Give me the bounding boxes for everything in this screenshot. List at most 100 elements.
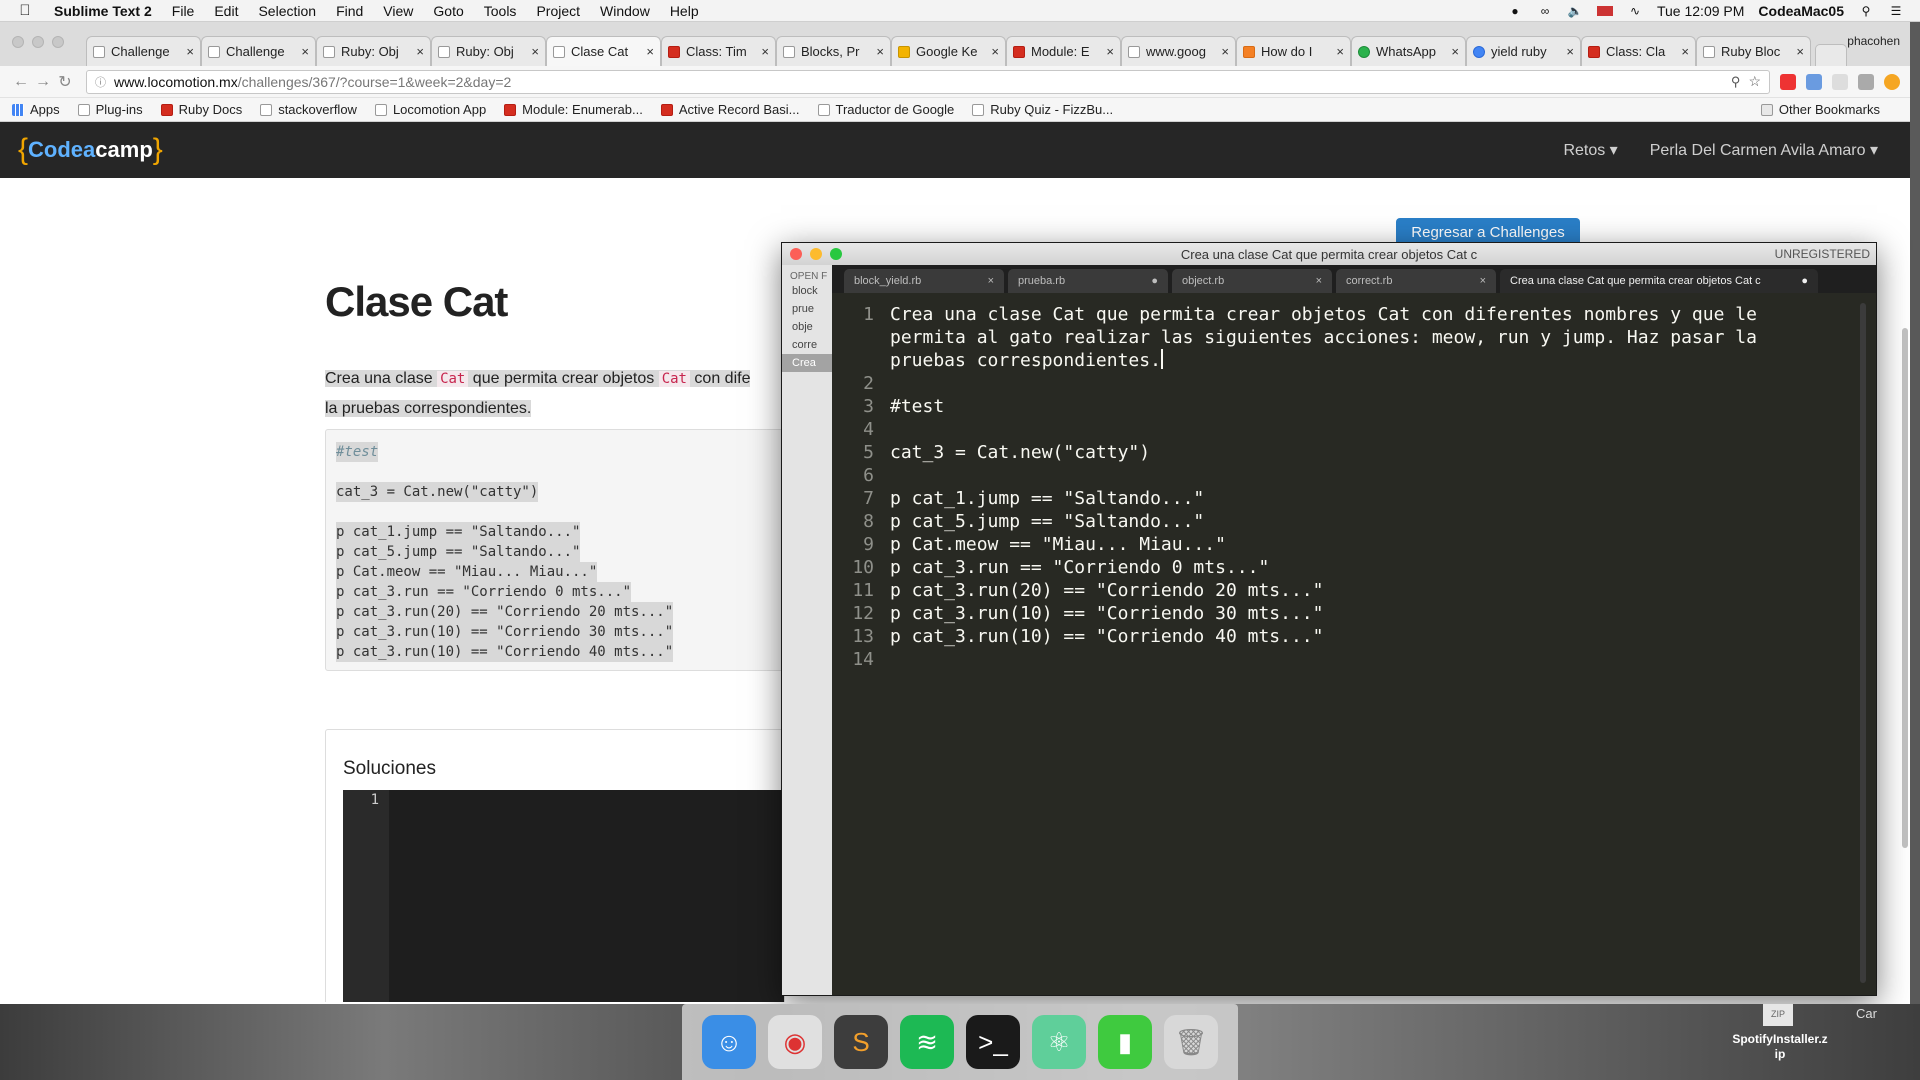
browser-tab[interactable]: Challenge × [201, 36, 316, 66]
translate-extension-icon[interactable] [1806, 73, 1822, 90]
sublime-minimize-button[interactable] [810, 248, 822, 260]
menu-file[interactable]: File [162, 3, 205, 19]
page-info-icon[interactable]: ⓘ [95, 74, 106, 90]
browser-tab[interactable]: Module: E × [1006, 36, 1121, 66]
browser-close-button[interactable] [12, 36, 24, 48]
sublime-zoom-button[interactable] [830, 248, 842, 260]
new-tab-button[interactable] [1815, 44, 1847, 66]
bookmark-star-icon[interactable]: ☆ [1748, 73, 1761, 90]
tab-close-icon[interactable]: × [1451, 44, 1459, 59]
tab-close-icon[interactable]: × [1336, 44, 1344, 59]
back-arrow-icon[interactable]: ← [10, 73, 32, 91]
editor-tab[interactable]: correct.rb × [1336, 269, 1496, 293]
unsaved-dot-icon[interactable]: ● [1151, 275, 1158, 287]
codeacamp-logo[interactable]: { Codea camp } [18, 133, 163, 167]
volume-icon[interactable]: 🔈 [1567, 4, 1583, 18]
nav-retos-dropdown[interactable]: Retos ▾ [1563, 140, 1617, 160]
scrollbar-thumb[interactable] [1902, 328, 1908, 848]
forward-arrow-icon[interactable]: → [32, 73, 54, 91]
browser-tab[interactable]: Class: Cla × [1581, 36, 1696, 66]
browser-tab[interactable]: How do I × [1236, 36, 1351, 66]
browser-tab[interactable]: Google Ke × [891, 36, 1006, 66]
browser-tab[interactable]: Blocks, Pr × [776, 36, 891, 66]
bookmark-item[interactable]: Ruby Quiz - FizzBu... [972, 102, 1113, 117]
editor-tab[interactable]: Crea una clase Cat que permita crear obj… [1500, 269, 1818, 293]
extension-icon[interactable] [1858, 73, 1874, 90]
menu-tools[interactable]: Tools [474, 3, 527, 19]
tab-close-icon[interactable]: × [301, 44, 309, 59]
menu-edit[interactable]: Edit [204, 3, 248, 19]
editor-tab[interactable]: prueba.rb ● [1008, 269, 1168, 293]
browser-tab[interactable]: Class: Tim × [661, 36, 776, 66]
browser-tab[interactable]: Ruby: Obj × [431, 36, 546, 66]
tab-close-icon[interactable]: × [761, 44, 769, 59]
apple-menu-icon[interactable]:  [0, 2, 50, 19]
menu-help[interactable]: Help [660, 3, 709, 19]
tab-close-icon[interactable]: × [1566, 44, 1574, 59]
tab-close-icon[interactable]: × [991, 44, 999, 59]
editor-text[interactable]: Crea una clase Cat que permita crear obj… [890, 303, 1850, 671]
chrome-icon[interactable]: ◉ [768, 1015, 822, 1069]
browser-zoom-button[interactable] [52, 36, 64, 48]
extension-orange-icon[interactable] [1884, 73, 1900, 90]
desktop-file-spotify-installer[interactable]: SpotifyInstaller.z ip [1720, 1032, 1840, 1062]
archive-utility-icon[interactable]: ▮ [1098, 1015, 1152, 1069]
tab-close-icon[interactable]: × [1480, 275, 1486, 287]
bookmark-item[interactable]: Traductor de Google [817, 102, 954, 117]
browser-tab[interactable]: Clase Cat × [546, 36, 661, 66]
unsaved-dot-icon[interactable]: ● [1801, 275, 1808, 287]
bookmark-item[interactable]: Locomotion App [374, 102, 486, 117]
wifi-icon[interactable]: ∿ [1627, 4, 1643, 18]
bookmark-item[interactable]: Module: Enumerab... [504, 102, 643, 117]
address-bar[interactable]: ⓘ www.locomotion.mx /challenges/367/?cou… [86, 69, 1770, 94]
tab-close-icon[interactable]: × [186, 44, 194, 59]
tab-close-icon[interactable]: × [1221, 44, 1229, 59]
spotify-icon[interactable]: ≋ [900, 1015, 954, 1069]
tab-close-icon[interactable]: × [1796, 44, 1804, 59]
tab-close-icon[interactable]: × [876, 44, 884, 59]
evernote-icon[interactable]: ● [1507, 4, 1523, 18]
menubar-clock[interactable]: Tue 12:09 PM [1657, 3, 1744, 19]
zip-file-icon[interactable]: ZIP [1763, 1004, 1793, 1026]
bookmark-item[interactable]: Plug-ins [77, 102, 143, 117]
sidebar-file-item[interactable]: Crea [782, 354, 832, 372]
browser-tab[interactable]: Ruby Bloc × [1696, 36, 1811, 66]
menu-app-name[interactable]: Sublime Text 2 [50, 3, 162, 19]
nav-user-dropdown[interactable]: Perla Del Carmen Avila Amaro ▾ [1650, 140, 1878, 160]
notification-center-icon[interactable]: ☰ [1888, 4, 1904, 18]
reload-icon[interactable]: ↻ [54, 72, 76, 92]
page-scrollbar[interactable] [1900, 324, 1910, 864]
tab-close-icon[interactable]: × [1316, 275, 1322, 287]
finder-icon[interactable]: ☺ [702, 1015, 756, 1069]
browser-tab[interactable]: www.goog × [1121, 36, 1236, 66]
bookmark-item[interactable]: Active Record Basi... [660, 102, 800, 117]
trash-icon[interactable]: 🗑 [1164, 1015, 1218, 1069]
tab-close-icon[interactable]: × [1681, 44, 1689, 59]
menu-window[interactable]: Window [590, 3, 660, 19]
browser-minimize-button[interactable] [32, 36, 44, 48]
menubar-computer-name[interactable]: CodeaMac05 [1758, 3, 1844, 19]
flag-icon[interactable] [1596, 5, 1613, 16]
other-bookmarks[interactable]: Other Bookmarks [1760, 102, 1880, 117]
zoom-icon[interactable]: ⚲ [1731, 74, 1741, 90]
glasses-icon[interactable]: ∞ [1537, 4, 1553, 18]
editor-scrollbar[interactable] [1860, 293, 1866, 995]
bookmark-item[interactable]: Apps [12, 102, 60, 117]
solution-code-editor[interactable]: 1 [343, 790, 784, 1002]
opera-extension-icon[interactable] [1780, 73, 1796, 90]
editor-tab[interactable]: block_yield.rb × [844, 269, 1004, 293]
editor-tab[interactable]: object.rb × [1172, 269, 1332, 293]
browser-tab[interactable]: Challenge × [86, 36, 201, 66]
sublime-close-button[interactable] [790, 248, 802, 260]
tab-close-icon[interactable]: × [531, 44, 539, 59]
tab-close-icon[interactable]: × [416, 44, 424, 59]
browser-tab[interactable]: yield ruby × [1466, 36, 1581, 66]
sublime-text-icon[interactable]: S [834, 1015, 888, 1069]
sidebar-file-item[interactable]: corre [782, 336, 832, 354]
tab-close-icon[interactable]: × [1106, 44, 1114, 59]
cast-extension-icon[interactable] [1832, 73, 1848, 90]
menu-goto[interactable]: Goto [423, 3, 473, 19]
browser-tab[interactable]: Ruby: Obj × [316, 36, 431, 66]
sidebar-file-item[interactable]: block [782, 282, 832, 300]
menu-selection[interactable]: Selection [248, 3, 326, 19]
